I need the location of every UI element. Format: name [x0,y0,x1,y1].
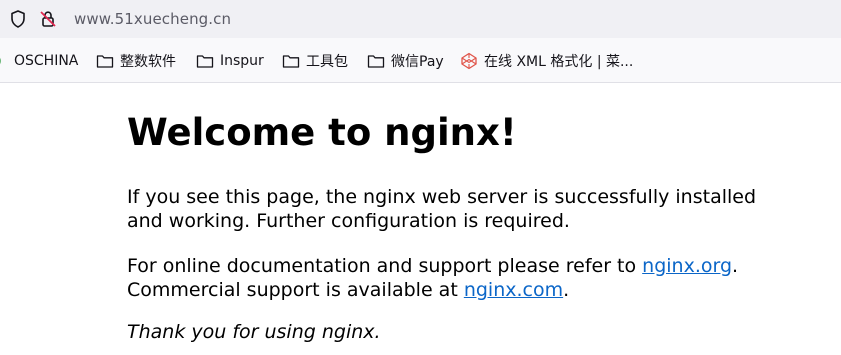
bookmark-label: 工具包 [306,54,348,70]
bookmark-label: Inspur [220,53,264,69]
folder-icon [282,55,300,68]
page-title: Welcome to nginx! [127,111,517,154]
bookmark-oschina[interactable]: OSCHINA [0,51,78,71]
folder-icon [367,55,385,68]
address-field[interactable]: www.51xuecheng.cn [74,9,231,29]
insecure-lock-icon[interactable] [38,9,58,29]
url-bar: www.51xuecheng.cn [0,0,841,38]
install-message: If you see this page, the nginx web serv… [127,186,757,232]
bookmark-label: 微信Pay [391,54,444,70]
codepen-icon [461,52,477,70]
bookmark-label: OSCHINA [14,53,79,69]
nginx-org-link[interactable]: nginx.org [642,255,732,277]
oschina-icon [0,57,1,65]
bookmarks-toolbar: OSCHINA 整数软件 Inspur 工具包 微信Pay 在线 XML 格式化… [0,38,841,83]
folder-icon [196,55,214,68]
bookmark-xml-formatter[interactable]: 在线 XML 格式化 | 菜... [460,51,633,71]
bookmark-folder-tools[interactable]: 工具包 [282,51,348,71]
bookmark-label: 在线 XML 格式化 | 菜... [484,54,634,70]
thanks-message: Thank you for using nginx. [127,321,381,343]
shield-icon[interactable] [8,9,28,29]
folder-icon [96,55,114,68]
commercial-text: Commercial support is available at [127,279,464,301]
bookmark-folder-wechatpay[interactable]: 微信Pay [367,51,444,71]
bookmark-folder-inspur[interactable]: Inspur [196,51,264,71]
support-text: For online documentation and support ple… [127,255,643,277]
support-period: . [732,255,739,277]
nginx-com-link[interactable]: nginx.com [464,279,563,301]
support-info: For online documentation and support ple… [127,254,767,302]
bookmark-label: 整数软件 [120,54,176,70]
bookmark-folder-zhengshu[interactable]: 整数软件 [96,51,176,71]
commercial-period: . [563,279,570,301]
